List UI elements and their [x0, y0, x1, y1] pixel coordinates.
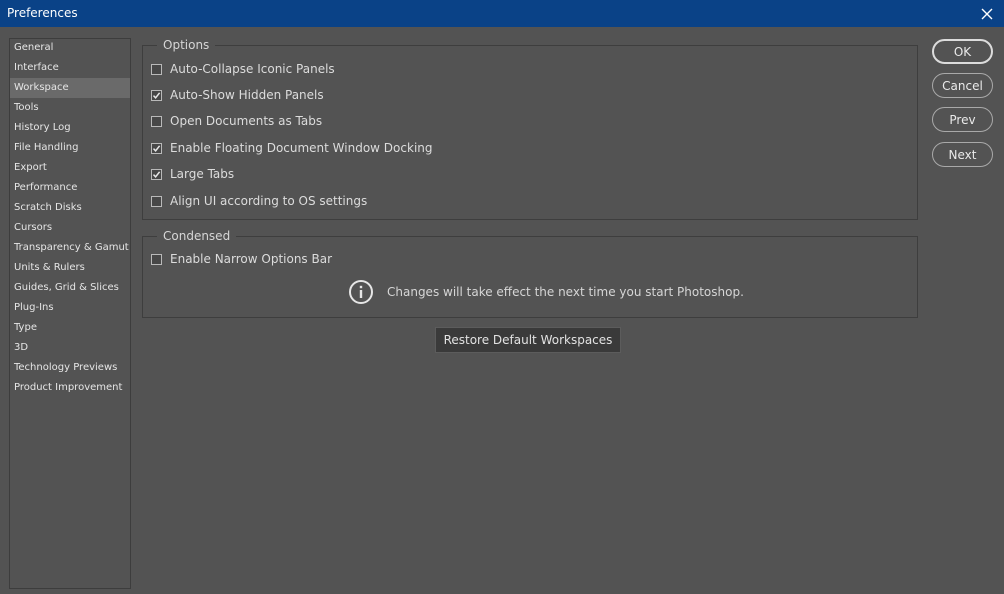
condensed-group: Condensed Enable Narrow Options Bar Chan…: [142, 229, 918, 318]
align-ui-according-to-os-settings-label: Align UI according to OS settings: [170, 194, 368, 208]
close-button[interactable]: [970, 0, 1004, 27]
sidebar-item-transparency-gamut[interactable]: Transparency & Gamut: [10, 238, 130, 258]
sidebar-item-general[interactable]: General: [10, 38, 130, 58]
open-documents-as-tabs-checkbox-box[interactable]: [151, 115, 162, 127]
prev-button[interactable]: Prev: [932, 107, 993, 132]
cancel-button[interactable]: Cancel: [932, 73, 993, 98]
sidebar-item-product-improvement[interactable]: Product Improvement: [10, 378, 130, 398]
narrow-bar-checkbox-box[interactable]: [151, 253, 162, 265]
sidebar-item-interface[interactable]: Interface: [10, 58, 130, 78]
condensed-legend: Condensed: [157, 229, 237, 243]
preferences-sidebar: General Interface Workspace Tools History Lo…: [9, 38, 131, 589]
sidebar-item-units-rulers[interactable]: Units & Rulers: [10, 258, 130, 278]
sidebar-item-workspace[interactable]: Workspace: [10, 78, 130, 98]
large-tabs-checkbox-box[interactable]: [151, 168, 162, 180]
sidebar-list: General Interface Workspace Tools History Lo…: [10, 38, 130, 398]
info-text: Changes will take effect the next time y…: [387, 285, 744, 299]
window-title: Preferences: [7, 6, 78, 20]
large-tabs-label: Large Tabs: [170, 167, 235, 181]
title-bar: Preferences: [0, 0, 1004, 27]
sidebar-item-performance[interactable]: Performance: [10, 178, 130, 198]
sidebar-item-technology-previews[interactable]: Technology Previews: [10, 358, 130, 378]
next-button[interactable]: Next: [932, 142, 993, 167]
sidebar-item-scratch-disks[interactable]: Scratch Disks: [10, 198, 130, 218]
align-ui-according-to-os-settings-checkbox-box[interactable]: [151, 195, 162, 207]
sidebar-item-tools[interactable]: Tools: [10, 98, 130, 118]
enable-floating-document-window-docking-label: Enable Floating Document Window Docking: [170, 141, 433, 155]
ok-button[interactable]: OK: [932, 39, 993, 64]
enable-floating-document-window-docking-checkbox[interactable]: Enable Floating Document Window Docking: [151, 139, 433, 157]
large-tabs-checkbox[interactable]: Large Tabs: [151, 165, 234, 183]
align-ui-according-to-os-settings-checkbox[interactable]: Align UI according to OS settings: [151, 192, 367, 210]
sidebar-item-history-log[interactable]: History Log: [10, 118, 130, 138]
sidebar-item-guides-grid-slices[interactable]: Guides, Grid & Slices: [10, 278, 130, 298]
sidebar-item-file-handling[interactable]: File Handling: [10, 138, 130, 158]
auto-collapse-iconic-panels-checkbox-box[interactable]: [151, 63, 162, 75]
enable-narrow-options-bar-checkbox[interactable]: Enable Narrow Options Bar: [151, 250, 332, 268]
narrow-bar-label: Enable Narrow Options Bar: [170, 252, 333, 266]
restart-notice: Changes will take effect the next time y…: [348, 279, 744, 305]
sidebar-item-cursors[interactable]: Cursors: [10, 218, 130, 238]
checkmark-icon: [152, 170, 161, 178]
sidebar-item-3d[interactable]: 3D: [10, 338, 130, 358]
sidebar-item-export[interactable]: Export: [10, 158, 130, 178]
auto-show-hidden-panels-checkbox-box[interactable]: [151, 89, 162, 101]
checkmark-icon: [152, 91, 161, 99]
auto-collapse-iconic-panels-label: Auto-Collapse Iconic Panels: [170, 62, 335, 76]
checkmark-icon: [152, 144, 161, 152]
open-documents-as-tabs-label: Open Documents as Tabs: [170, 114, 323, 128]
info-icon: [349, 280, 373, 304]
close-icon: [981, 8, 993, 19]
auto-show-hidden-panels-label: Auto-Show Hidden Panels: [170, 88, 324, 102]
open-documents-as-tabs-checkbox[interactable]: Open Documents as Tabs: [151, 112, 322, 130]
auto-show-hidden-panels-checkbox[interactable]: Auto-Show Hidden Panels: [151, 86, 324, 104]
restore-default-workspaces-button[interactable]: Restore Default Workspaces: [435, 327, 621, 353]
options-legend: Options: [157, 38, 216, 52]
options-group: Options Auto-Collapse Iconic Panels Auto-…: [142, 38, 918, 220]
sidebar-item-plug-ins[interactable]: Plug-Ins: [10, 298, 130, 318]
enable-floating-document-window-docking-checkbox-box[interactable]: [151, 142, 162, 154]
sidebar-item-type[interactable]: Type: [10, 318, 130, 338]
auto-collapse-iconic-panels-checkbox[interactable]: Auto-Collapse Iconic Panels: [151, 60, 335, 78]
